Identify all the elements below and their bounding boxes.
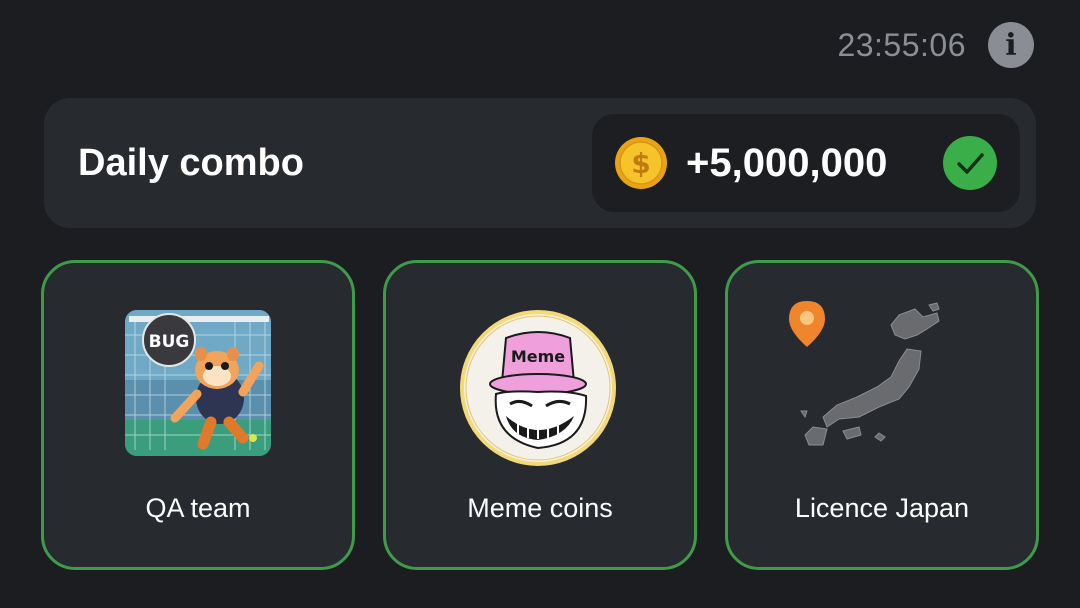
location-pin-icon: [789, 301, 825, 347]
combo-card-licence-japan[interactable]: Licence Japan: [725, 260, 1039, 570]
svg-text:$: $: [631, 147, 650, 180]
card-label: Meme coins: [467, 493, 613, 523]
japan-map-image: [789, 301, 940, 446]
card-label: Licence Japan: [794, 493, 970, 523]
combo-card-meme-coins[interactable]: Meme Meme coins: [383, 260, 697, 570]
daily-combo-bar: Daily combo $ +5,000,000: [44, 98, 1036, 228]
daily-combo-title: Daily combo: [78, 141, 304, 184]
reward-amount: +5,000,000: [686, 140, 888, 185]
timer-row: 23:55:06 i: [837, 22, 1034, 68]
troll-face-image: Meme: [460, 310, 616, 466]
info-button[interactable]: i: [988, 22, 1034, 68]
combo-card-qa-team[interactable]: BUG QA team: [41, 260, 355, 570]
info-icon: i: [1005, 27, 1017, 63]
checkmark-icon: [943, 136, 997, 190]
card-image-container: Meme: [445, 299, 635, 467]
hat-text: Meme: [511, 347, 565, 366]
card-image-container: [787, 299, 977, 467]
ball-text: BUG: [149, 332, 190, 352]
coin-icon: $: [615, 137, 667, 189]
daily-combo-screen: 23:55:06 i Daily combo $ +5,000,000 BUG …: [0, 0, 1080, 608]
countdown-timer: 23:55:06: [837, 26, 966, 63]
card-image-container: BUG: [103, 299, 293, 467]
card-label: QA team: [145, 493, 251, 523]
reward-pill: $ +5,000,000: [592, 114, 1020, 212]
hamster-goalkeeper-image: BUG: [125, 310, 271, 456]
